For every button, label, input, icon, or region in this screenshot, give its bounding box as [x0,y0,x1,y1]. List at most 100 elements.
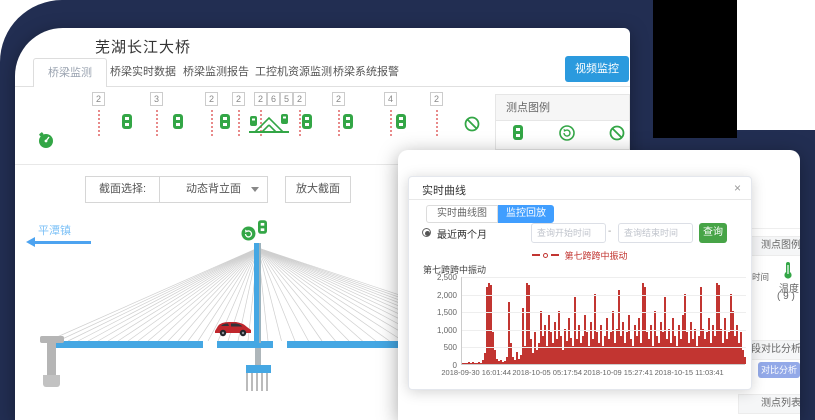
chevron-down-icon [251,187,259,192]
y-tick-label: 2,500 [417,273,457,282]
vibration-chart: 时间 05001,0001,5002,0002,5002018-09-30 16… [461,277,745,365]
link-sensor-icon[interactable] [396,114,406,134]
realtime-curve-dialog: 实时曲线 × 实时曲线图 监控回放 最近两个月 - 查询 第七跨跨中振动 第七跨… [408,176,752,390]
legend-panel-title: 测点图例 [496,95,629,121]
top-right-black-block [653,0,737,138]
thermometer-icon[interactable] [782,262,794,279]
screenshot-stage: 芜湖长江大桥 桥梁监测 桥梁实时数据 桥梁监测报告 工控机资源监测 桥梁系统报警… [0,0,815,420]
gridline [462,347,746,348]
link-sensor-icon[interactable] [220,114,230,134]
tower-piles [246,373,271,391]
chart-bar [744,357,746,364]
gridline [462,277,746,278]
dialog-header: 实时曲线 × [409,177,751,200]
left-pier [43,375,60,387]
close-icon[interactable]: × [734,181,741,195]
deck-joint [203,341,217,348]
link-sensor-icon[interactable] [173,114,183,134]
sensor-dotted-line [98,110,100,136]
x-tick-label: 2018-10-15 11:03:41 [655,368,724,377]
sensor-dotted-line [156,110,158,136]
gauge-icon[interactable] [38,132,54,155]
legend-line [551,254,559,256]
left-arrow-icon [35,241,91,244]
temp-count: ( 9 ) [777,291,795,302]
enlarge-section-button[interactable]: 放大截面 [285,176,351,203]
legend-panel: 测点图例 [495,94,630,150]
tab-monitor-playback[interactable]: 监控回放 [498,205,554,223]
chart-bars [462,276,746,364]
sensor-count-badge: 2 [293,92,306,106]
x-tick-label: 2018-10-09 15:27:41 [583,368,653,377]
tab-bridge-report[interactable]: 桥梁监测报告 [183,58,249,87]
tab-realtime-curve-view[interactable]: 实时曲线图 [426,205,498,223]
radio-last-two-months[interactable] [422,228,431,237]
video-monitor-button[interactable]: 视频监控 [565,56,629,82]
car [213,314,253,342]
link-sensor-icon[interactable] [122,114,132,134]
refresh-icon[interactable] [559,125,575,146]
sensor-dotted-line [299,110,301,136]
bridge-tower [254,243,261,343]
sensor-count-badge: 4 [384,92,397,106]
section-select-value: 动态背立面 [186,183,241,195]
point-list-section-clipped: 测点列表 [738,394,800,414]
range-separator: - [608,226,611,237]
sensor-count-badge: 2 [254,92,267,106]
query-button[interactable]: 查询 [699,223,727,243]
page-title: 芜湖长江大桥 [95,36,191,57]
x-axis-name: 时间 [752,271,769,368]
sensor-dotted-line [238,110,240,136]
prohibit-sensor-icon[interactable] [464,116,480,137]
x-tick-label: 2018-09-30 16:01:44 [441,368,511,377]
tab-bridge-monitor[interactable]: 桥梁监测 [33,58,107,87]
link-sensor-icon[interactable] [513,125,523,145]
tower-pier-cap [246,365,271,373]
sensor-count-badge: 5 [280,92,293,106]
sensor-count-badge: 2 [332,92,345,106]
sensor-dotted-line [211,110,213,136]
y-tick-label: 2,000 [417,291,457,300]
link-sensor-icon[interactable] [343,114,353,134]
tower-pier [255,348,261,365]
tab-bridge-realtime-data[interactable]: 桥梁实时数据 [110,58,176,87]
legend-marker [543,253,548,258]
link-sensor-icon[interactable] [258,220,267,234]
sensor-dotted-line [436,110,438,136]
sensor-count-badge: 2 [92,92,105,106]
radio-label: 最近两个月 [437,226,487,241]
sensor-count-badge: 2 [430,92,443,106]
left-pier [40,336,64,343]
tab-ipc-resource-monitor[interactable]: 工控机资源监测 [255,58,332,87]
legend-panel-icons [496,121,629,149]
sensor-dotted-line [390,110,392,136]
top-right-white-block [737,0,815,130]
prohibit-sensor-icon[interactable] [609,125,625,146]
refresh-icon[interactable] [241,226,256,241]
query-row: 最近两个月 - 查询 [409,223,751,245]
gridline [462,312,746,313]
chart-legend[interactable]: 第七跨跨中振动 [409,249,751,261]
sensor-count-badge: 2 [205,92,218,106]
sensor-count-badge: 3 [150,92,163,106]
section-select[interactable]: 动态背立面 [160,177,267,202]
link-sensor-icon[interactable] [302,114,312,134]
left-pier [47,343,56,375]
sensor-dotted-line [338,110,340,136]
y-tick-label: 500 [417,343,457,352]
dialog-title: 实时曲线 [422,182,466,198]
tab-system-alarm[interactable]: 桥梁系统报警 [333,58,399,87]
end-time-input[interactable] [618,223,693,243]
gridline [462,295,746,296]
x-tick-label: 2018-10-05 05:17:54 [512,368,582,377]
direction-label: 平潭镇 [38,222,71,238]
sensor-count-badge: 2 [232,92,245,106]
main-tabbar: 桥梁监测 桥梁实时数据 桥梁监测报告 工控机资源监测 桥梁系统报警 视频监控 [15,58,630,87]
legend-label: 第七跨跨中振动 [564,249,627,262]
y-tick-label: 1,500 [417,308,457,317]
sensor-count-badge: 6 [267,92,280,106]
section-select-group: 截面选择: 动态背立面 [85,176,268,203]
section-select-label: 截面选择: [86,177,160,202]
start-time-input[interactable] [531,223,606,243]
truss-sensor-icon[interactable] [248,112,290,139]
